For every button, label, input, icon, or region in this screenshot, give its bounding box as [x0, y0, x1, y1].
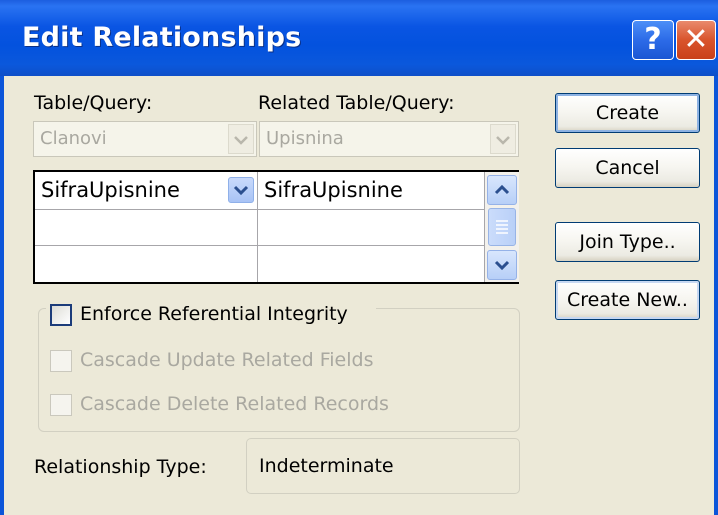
scroll-down-button[interactable]: [487, 250, 517, 280]
scroll-thumb[interactable]: [488, 208, 516, 246]
scroll-up-button[interactable]: [487, 175, 517, 205]
table-query-label: Table/Query:: [34, 92, 153, 114]
table-row[interactable]: [35, 246, 258, 282]
relationship-type-label: Relationship Type:: [34, 456, 207, 478]
relationship-type-box: Indeterminate: [246, 438, 520, 494]
help-button[interactable]: ?: [632, 20, 674, 60]
left-field-cell: SifraUpisnine: [41, 178, 180, 202]
chevron-up-icon: [494, 184, 510, 195]
create-new-button[interactable]: Create New..: [555, 280, 700, 320]
cascade-delete-label: Cascade Delete Related Records: [80, 393, 389, 415]
table-query-dropdown-button[interactable]: [228, 124, 254, 154]
close-icon: ✕: [683, 22, 709, 57]
related-table-query-dropdown-button[interactable]: [490, 124, 516, 154]
table-row[interactable]: [35, 210, 258, 246]
close-button[interactable]: ✕: [676, 20, 716, 60]
relationship-type-value: Indeterminate: [259, 455, 394, 477]
table-row[interactable]: [258, 210, 485, 246]
enforce-integrity-label: Enforce Referential Integrity: [80, 303, 348, 325]
cascade-update-label: Cascade Update Related Fields: [80, 349, 374, 371]
chevron-down-icon: [233, 185, 249, 196]
table-row[interactable]: [258, 246, 485, 282]
help-icon: ?: [644, 22, 662, 57]
chevron-down-icon: [234, 136, 248, 145]
table-query-select[interactable]: Clanovi: [33, 121, 257, 157]
related-table-query-select[interactable]: Upisnina: [259, 121, 519, 157]
cancel-button[interactable]: Cancel: [555, 148, 700, 188]
related-table-query-value: Upisnina: [266, 128, 344, 149]
enforce-integrity-checkbox[interactable]: [50, 304, 72, 326]
table-query-value: Clanovi: [40, 128, 107, 149]
grip-icon: [496, 220, 508, 234]
chevron-down-icon: [494, 260, 510, 271]
dialog-title: Edit Relationships: [22, 22, 302, 53]
cascade-delete-checkbox[interactable]: [50, 394, 72, 416]
title-bar[interactable]: Edit Relationships ? ✕: [0, 0, 718, 76]
join-type-button[interactable]: Join Type..: [555, 222, 700, 262]
table-row[interactable]: SifraUpisnine: [258, 172, 485, 210]
right-field-cell: SifraUpisnine: [264, 178, 403, 202]
cascade-update-checkbox[interactable]: [50, 350, 72, 372]
vertical-scrollbar[interactable]: [485, 172, 519, 282]
field-dropdown-button[interactable]: [228, 177, 254, 203]
window-frame-right: [714, 76, 718, 515]
related-table-query-label: Related Table/Query:: [258, 92, 455, 114]
field-mapping-grid: SifraUpisnine SifraUpisnine: [33, 170, 519, 284]
chevron-down-icon: [496, 136, 510, 145]
create-button[interactable]: Create: [555, 93, 700, 133]
edit-relationships-dialog: Edit Relationships ? ✕ Table/Query: Rela…: [0, 0, 718, 515]
table-row[interactable]: SifraUpisnine: [35, 172, 258, 210]
